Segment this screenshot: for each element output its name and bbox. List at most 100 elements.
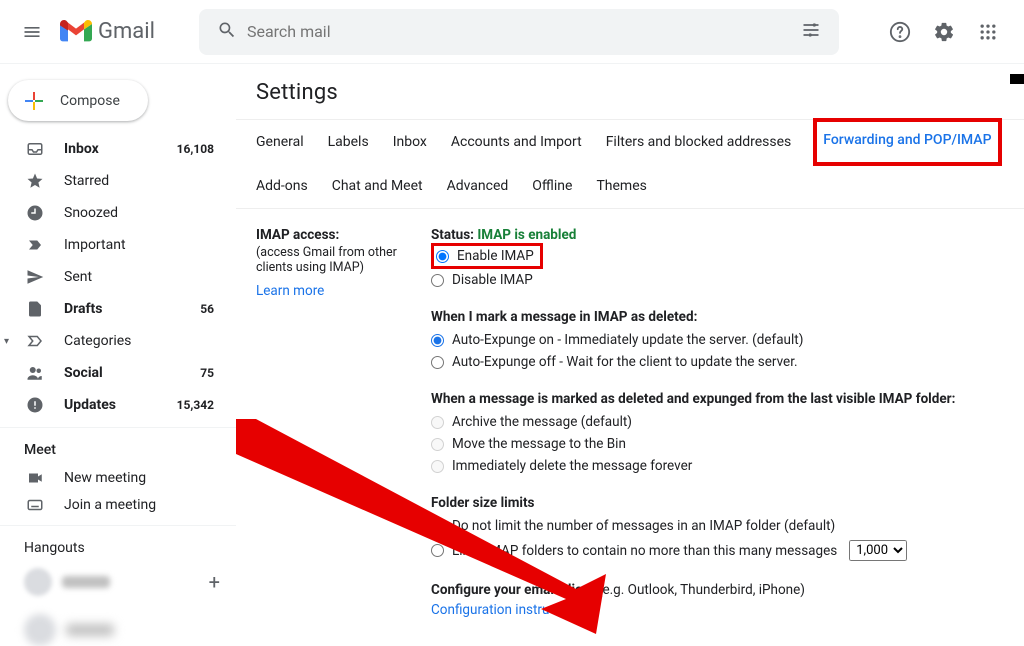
search-bar[interactable] [199,9,839,55]
hangouts-section: Hangouts + [0,525,236,646]
hamburger-icon [22,22,42,42]
imap-body: Status: IMAP is enabled Enable IMAP Disa… [431,227,1004,646]
folder-nolimit-row[interactable]: Do not limit the number of messages in a… [431,515,1004,537]
tab-themes[interactable]: Themes [596,164,646,208]
enable-imap-highlight: Enable IMAP [431,243,543,269]
tab-addons[interactable]: Add-ons [256,164,308,208]
expunge-heading: When a message is marked as deleted and … [431,391,1004,407]
settings-tabs: General Labels Inbox Accounts and Import… [236,119,1024,209]
sidebar-item-inbox[interactable]: Inbox 16,108 [0,133,226,165]
categories-icon [26,332,46,350]
settings-content: IMAP access: (access Gmail from other cl… [236,209,1024,646]
sent-icon [26,268,46,286]
sidebar-item-snoozed[interactable]: Snoozed [0,197,226,229]
google-apps-button[interactable] [968,12,1008,52]
compose-label: Compose [60,93,120,109]
drafts-icon [26,300,46,318]
tab-filters[interactable]: Filters and blocked addresses [606,120,792,164]
sidebar-item-social[interactable]: Social 75 [0,357,226,389]
tab-forwarding-pop-imap[interactable]: Forwarding and POP/IMAP [813,118,1001,166]
expunge-delete-radio[interactable] [431,460,444,473]
avatar [24,614,56,646]
search-input[interactable] [247,22,791,41]
sidebar-item-drafts[interactable]: Drafts 56 [0,293,226,325]
chevron-down-icon: ▾ [4,336,9,347]
search-icon [207,20,247,44]
keyboard-icon [26,496,46,514]
folder-nolimit-radio[interactable] [431,520,444,533]
expunge-bin-row[interactable]: Move the message to the Bin [431,433,1004,455]
tab-chat-meet[interactable]: Chat and Meet [332,164,423,208]
expunge-archive-radio[interactable] [431,416,444,429]
support-button[interactable] [880,12,920,52]
tab-labels[interactable]: Labels [328,120,369,164]
hangouts-user-row[interactable] [24,614,236,646]
help-icon [889,21,911,43]
header-actions [880,12,1016,52]
tab-general[interactable]: General [256,120,304,164]
compose-plus-icon [22,89,46,113]
auto-expunge-off-radio[interactable] [431,356,444,369]
gmail-logo-text: Gmail [98,19,155,44]
imap-access-section: IMAP access: (access Gmail from other cl… [256,227,1004,646]
auto-expunge-on-radio[interactable] [431,334,444,347]
app-header: Gmail [0,0,1024,64]
disable-imap-row[interactable]: Disable IMAP [431,269,1004,291]
auto-expunge-on-row[interactable]: Auto-Expunge on - Immediately update the… [431,329,1004,351]
auto-expunge-off-row[interactable]: Auto-Expunge off - Wait for the client t… [431,351,1004,373]
hangouts-heading: Hangouts [24,540,236,556]
folder-limit-row[interactable]: Limit IMAP folders to contain no more th… [431,537,1004,564]
settings-main: Settings General Labels Inbox Accounts a… [236,64,1024,646]
hangouts-name-obscured [62,576,110,588]
sidebar-item-starred[interactable]: Starred [0,165,226,197]
apps-grid-icon [978,22,998,42]
config-instructions-link[interactable]: Configuration instructions [431,602,586,618]
gmail-logo-icon [60,20,92,44]
star-icon [26,172,46,190]
search-options-icon[interactable] [791,20,831,44]
social-icon [26,364,46,382]
imap-delete-heading: When I mark a message in IMAP as deleted… [431,309,1004,325]
folder-size-heading: Folder size limits [431,495,1004,511]
imap-status: Status: IMAP is enabled [431,227,1004,243]
expunge-archive-row[interactable]: Archive the message (default) [431,411,1004,433]
inbox-icon [26,140,46,158]
meet-heading: Meet [0,427,236,464]
folder-limit-select[interactable]: 1,000 [849,540,907,561]
learn-more-link[interactable]: Learn more [256,283,324,299]
tab-offline[interactable]: Offline [532,164,572,208]
nav-list: Inbox 16,108 Starred Snoozed Important S… [0,133,236,421]
expunge-delete-row[interactable]: Immediately delete the message forever [431,455,1004,477]
hangouts-add-button[interactable]: + [209,570,220,594]
hangouts-name-obscured [66,624,114,636]
imap-side-label: IMAP access: (access Gmail from other cl… [256,227,411,646]
sidebar-item-categories[interactable]: ▾ Categories [0,325,226,357]
sidebar-item-sent[interactable]: Sent [0,261,226,293]
meet-new-meeting[interactable]: New meeting [0,464,236,491]
sidebar-item-important[interactable]: Important [0,229,226,261]
sidebar: Compose Inbox 16,108 Starred Snoozed Imp… [0,64,236,646]
tab-inbox[interactable]: Inbox [393,120,427,164]
folder-limit-radio[interactable] [431,544,444,557]
hangouts-user-row[interactable]: + [24,568,236,596]
disable-imap-radio[interactable] [431,274,444,287]
sidebar-item-updates[interactable]: Updates 15,342 [0,389,226,421]
config-client-heading: Configure your email client (e.g. Outloo… [431,582,1004,598]
body-container: Compose Inbox 16,108 Starred Snoozed Imp… [0,64,1024,646]
video-icon [26,469,46,487]
main-menu-button[interactable] [8,8,56,56]
compose-button[interactable]: Compose [8,80,148,121]
settings-button[interactable] [924,12,964,52]
meet-join-meeting[interactable]: Join a meeting [0,492,236,519]
gear-icon [933,21,955,43]
tab-accounts[interactable]: Accounts and Import [451,120,582,164]
important-icon [26,236,46,254]
enable-imap-radio[interactable] [436,250,449,263]
tab-advanced[interactable]: Advanced [447,164,509,208]
expunge-bin-radio[interactable] [431,438,444,451]
page-title: Settings [236,74,1024,119]
updates-icon [26,396,46,414]
gmail-logo[interactable]: Gmail [60,19,155,44]
clock-icon [26,204,46,222]
avatar [24,568,52,596]
